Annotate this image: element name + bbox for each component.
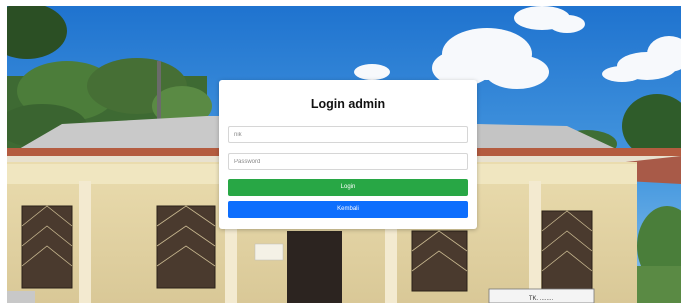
- school-sign: TK. ........: [488, 288, 595, 303]
- login-button[interactable]: Login: [228, 179, 468, 196]
- password-input[interactable]: [228, 153, 468, 170]
- school-sign-text: TK. ........: [529, 296, 554, 302]
- nik-input[interactable]: [228, 126, 468, 143]
- login-title: Login admin: [310, 97, 386, 111]
- back-button[interactable]: Kembali: [228, 201, 468, 218]
- page: TK. ........ Login admin Login Kembali: [0, 0, 682, 305]
- door: [287, 231, 342, 303]
- login-card: Login admin Login Kembali: [219, 80, 477, 229]
